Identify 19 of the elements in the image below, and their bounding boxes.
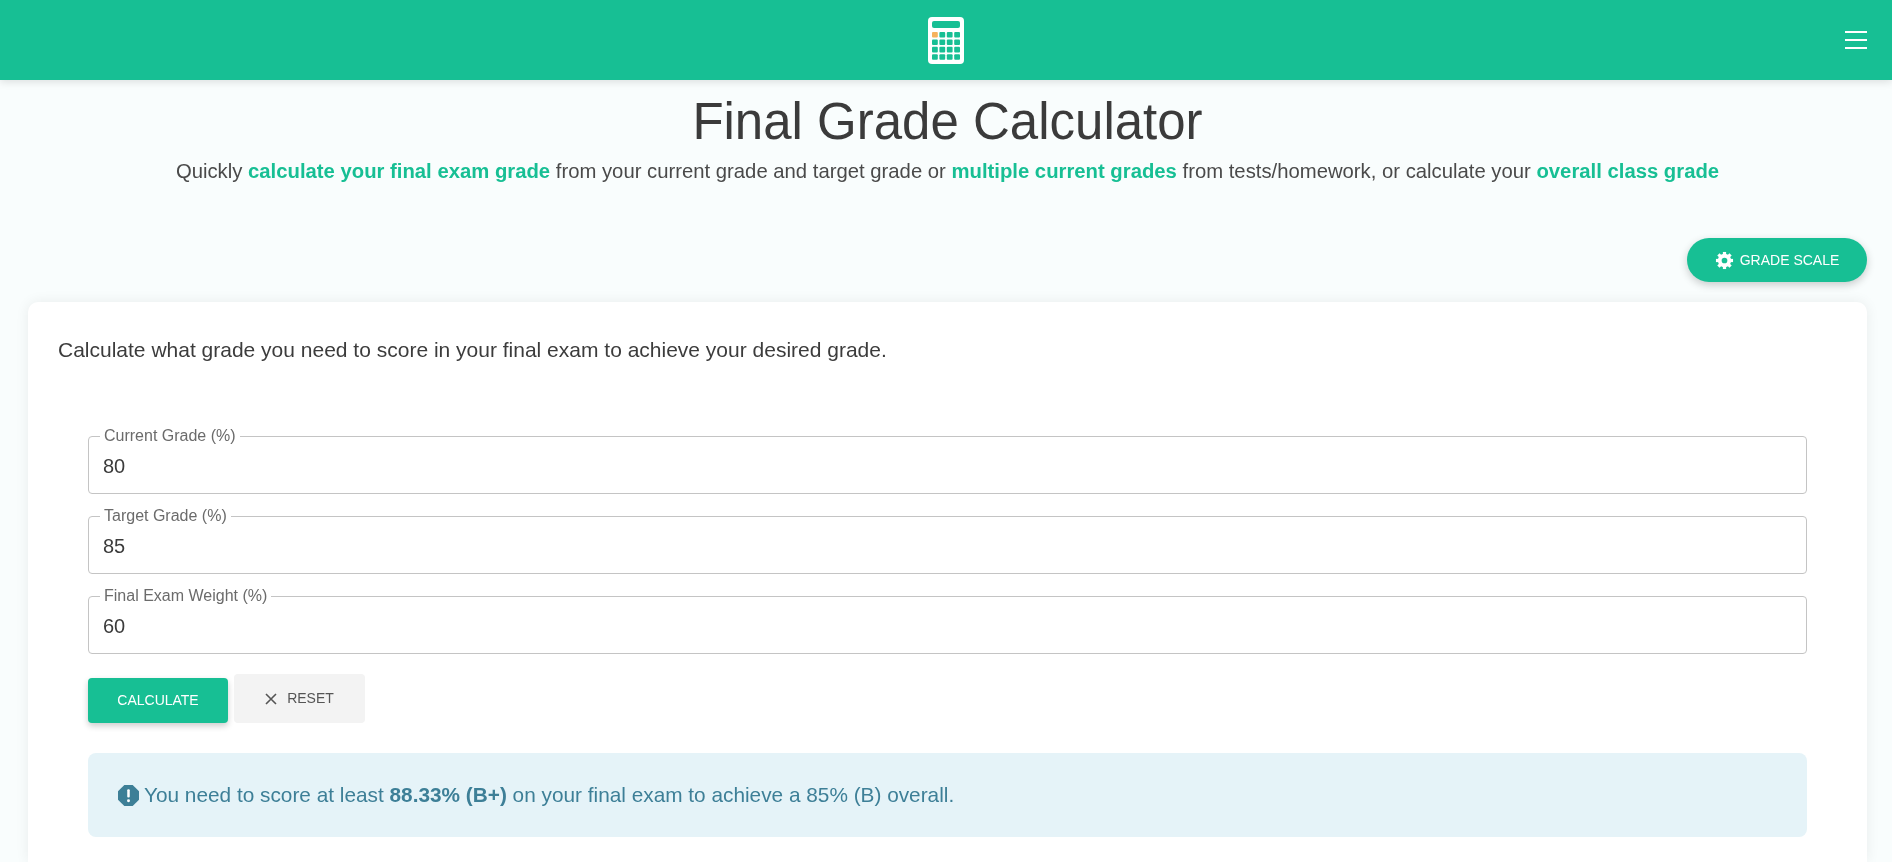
page-subtitle: Quickly calculate your final exam grade from your current grade and target grade or multiple current grades from tests/homework, or calculate your overall class grade: [174, 159, 1721, 184]
cross-icon: [265, 692, 278, 705]
field-label: Target Grade (%): [103, 507, 228, 525]
text-input[interactable]: 85: [89, 525, 1806, 567]
card-description: Calculate what grade you need to score in your final exam to achieve your desired grade.: [58, 337, 888, 363]
menu-icon[interactable]: [1845, 31, 1867, 49]
input-field[interactable]: Final Exam Weight (%) 60: [88, 587, 1807, 654]
input-field[interactable]: Current Grade (%) 80: [88, 427, 1807, 494]
alert-icon: [118, 784, 139, 806]
field-label: Current Grade (%): [103, 427, 237, 445]
input-field[interactable]: Target Grade (%) 85: [88, 507, 1807, 574]
page-title: Final Grade Calculator: [691, 93, 1204, 151]
field-label: Final Exam Weight (%): [103, 587, 269, 605]
text-input[interactable]: 80: [89, 445, 1806, 487]
result-message: You need to score at least 88.33% (B+) on your final exam to achieve a 85% (B) overall.: [144, 782, 955, 809]
calculator-logo-icon[interactable]: [928, 16, 964, 64]
gear-icon: [1714, 250, 1734, 270]
reset-button[interactable]: RESET: [234, 674, 365, 723]
text-input[interactable]: 60: [89, 605, 1806, 647]
